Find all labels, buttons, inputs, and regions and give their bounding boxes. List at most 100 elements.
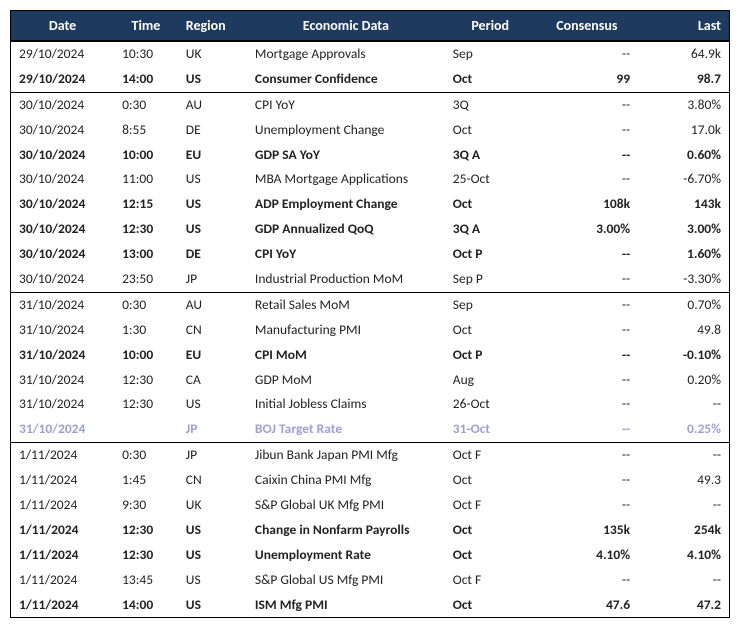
cell: JP [178, 267, 247, 292]
cell: 12:30 [114, 217, 178, 242]
cell: GDP Annualized QoQ [247, 217, 445, 242]
cell: JP [178, 417, 247, 442]
cell: Oct [445, 468, 536, 493]
cell: -0.10% [638, 343, 729, 368]
cell: Initial Jobless Claims [247, 392, 445, 417]
cell: ISM Mfg PMI [247, 593, 445, 618]
cell: 47.2 [638, 593, 729, 618]
cell: EU [178, 143, 247, 168]
cell: 1/11/2024 [11, 593, 115, 618]
table-row: 31/10/202410:00EUCPI MoMOct P---0.10% [11, 343, 730, 368]
table-row: 1/11/202414:00USISM Mfg PMIOct47.647.2 [11, 593, 730, 618]
table-row: 31/10/2024JPBOJ Target Rate31-Oct--0.25% [11, 417, 730, 442]
cell: US [178, 543, 247, 568]
cell: -- [638, 392, 729, 417]
cell: JP [178, 443, 247, 468]
cell: Oct F [445, 443, 536, 468]
table-row: 30/10/202423:50JPIndustrial Production M… [11, 267, 730, 292]
cell: US [178, 192, 247, 217]
cell: 31/10/2024 [11, 292, 115, 317]
cell: 4.10% [536, 543, 638, 568]
cell: 29/10/2024 [11, 67, 115, 92]
cell: -- [536, 318, 638, 343]
cell: 0:30 [114, 443, 178, 468]
cell: 0:30 [114, 292, 178, 317]
cell: 31/10/2024 [11, 368, 115, 393]
cell: 13:45 [114, 568, 178, 593]
cell: -- [536, 292, 638, 317]
cell: US [178, 518, 247, 543]
cell: 254k [638, 518, 729, 543]
cell: 1:45 [114, 468, 178, 493]
cell: Sep [445, 292, 536, 317]
cell: 0:30 [114, 92, 178, 117]
cell: 64.9k [638, 41, 729, 67]
cell: US [178, 167, 247, 192]
cell: 1/11/2024 [11, 493, 115, 518]
cell: 0.60% [638, 143, 729, 168]
table-row: 30/10/202412:15USADP Employment ChangeOc… [11, 192, 730, 217]
cell: ADP Employment Change [247, 192, 445, 217]
cell: 1/11/2024 [11, 568, 115, 593]
col-region: Region [178, 11, 247, 42]
cell: 30/10/2024 [11, 217, 115, 242]
cell: 31/10/2024 [11, 343, 115, 368]
cell: 3.80% [638, 92, 729, 117]
cell: 9:30 [114, 493, 178, 518]
table-row: 30/10/202411:00USMBA Mortgage Applicatio… [11, 167, 730, 192]
cell: 12:30 [114, 368, 178, 393]
cell: BOJ Target Rate [247, 417, 445, 442]
col-data: Economic Data [247, 11, 445, 42]
cell: 49.3 [638, 468, 729, 493]
cell: 31/10/2024 [11, 417, 115, 442]
cell: Oct [445, 518, 536, 543]
cell: 31/10/2024 [11, 318, 115, 343]
cell [114, 417, 178, 442]
cell: 13:00 [114, 242, 178, 267]
cell: Oct [445, 543, 536, 568]
cell: 17.0k [638, 118, 729, 143]
cell: 30/10/2024 [11, 242, 115, 267]
cell: -- [536, 143, 638, 168]
cell: 31-Oct [445, 417, 536, 442]
cell: AU [178, 92, 247, 117]
cell: 10:00 [114, 143, 178, 168]
table-row: 1/11/20249:30UKS&P Global UK Mfg PMIOct … [11, 493, 730, 518]
cell: UK [178, 493, 247, 518]
cell: Sep [445, 41, 536, 67]
cell: Change in Nonfarm Payrolls [247, 518, 445, 543]
cell: CA [178, 368, 247, 393]
table-row: 30/10/20248:55DEUnemployment ChangeOct--… [11, 118, 730, 143]
cell: Caixin China PMI Mfg [247, 468, 445, 493]
cell: DE [178, 242, 247, 267]
cell: Oct P [445, 242, 536, 267]
cell: 3Q [445, 92, 536, 117]
cell: -3.30% [638, 267, 729, 292]
cell: 108k [536, 192, 638, 217]
table-row: 29/10/202410:30UKMortgage ApprovalsSep--… [11, 41, 730, 67]
cell: 1/11/2024 [11, 468, 115, 493]
cell: Oct F [445, 493, 536, 518]
table-row: 31/10/202412:30USInitial Jobless Claims2… [11, 392, 730, 417]
cell: -- [536, 368, 638, 393]
cell: 3.00% [536, 217, 638, 242]
cell: Oct [445, 67, 536, 92]
cell: 30/10/2024 [11, 143, 115, 168]
cell: -- [638, 493, 729, 518]
cell: -- [536, 468, 638, 493]
cell: -- [536, 568, 638, 593]
cell: CPI YoY [247, 92, 445, 117]
cell: Mortgage Approvals [247, 41, 445, 67]
cell: Retail Sales MoM [247, 292, 445, 317]
table-row: 31/10/202412:30CAGDP MoMAug--0.20% [11, 368, 730, 393]
table-row: 1/11/202412:30USChange in Nonfarm Payrol… [11, 518, 730, 543]
cell: 30/10/2024 [11, 118, 115, 143]
cell: -- [536, 167, 638, 192]
cell: Oct [445, 318, 536, 343]
header-row: Date Time Region Economic Data Period Co… [11, 11, 730, 42]
col-period: Period [445, 11, 536, 42]
cell: -- [536, 92, 638, 117]
cell: -- [536, 343, 638, 368]
cell: -- [536, 443, 638, 468]
cell: 23:50 [114, 267, 178, 292]
